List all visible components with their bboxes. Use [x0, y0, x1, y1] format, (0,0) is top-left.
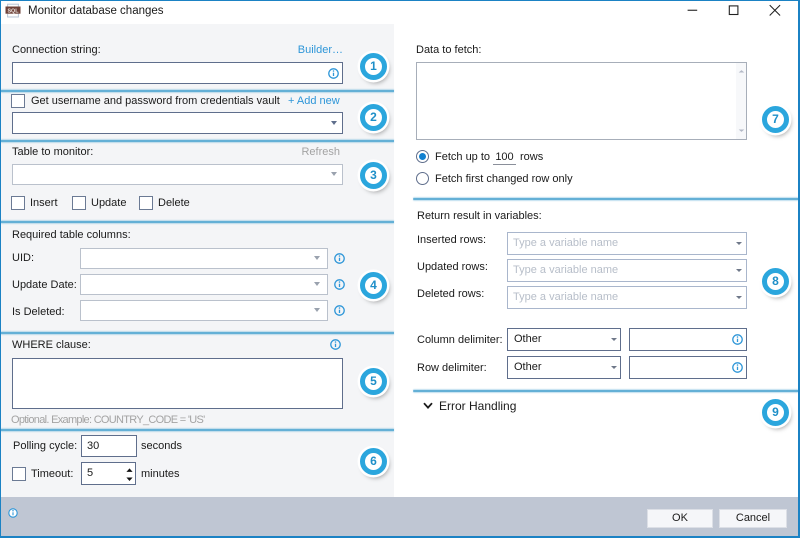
- svg-text:SQL: SQL: [7, 8, 19, 14]
